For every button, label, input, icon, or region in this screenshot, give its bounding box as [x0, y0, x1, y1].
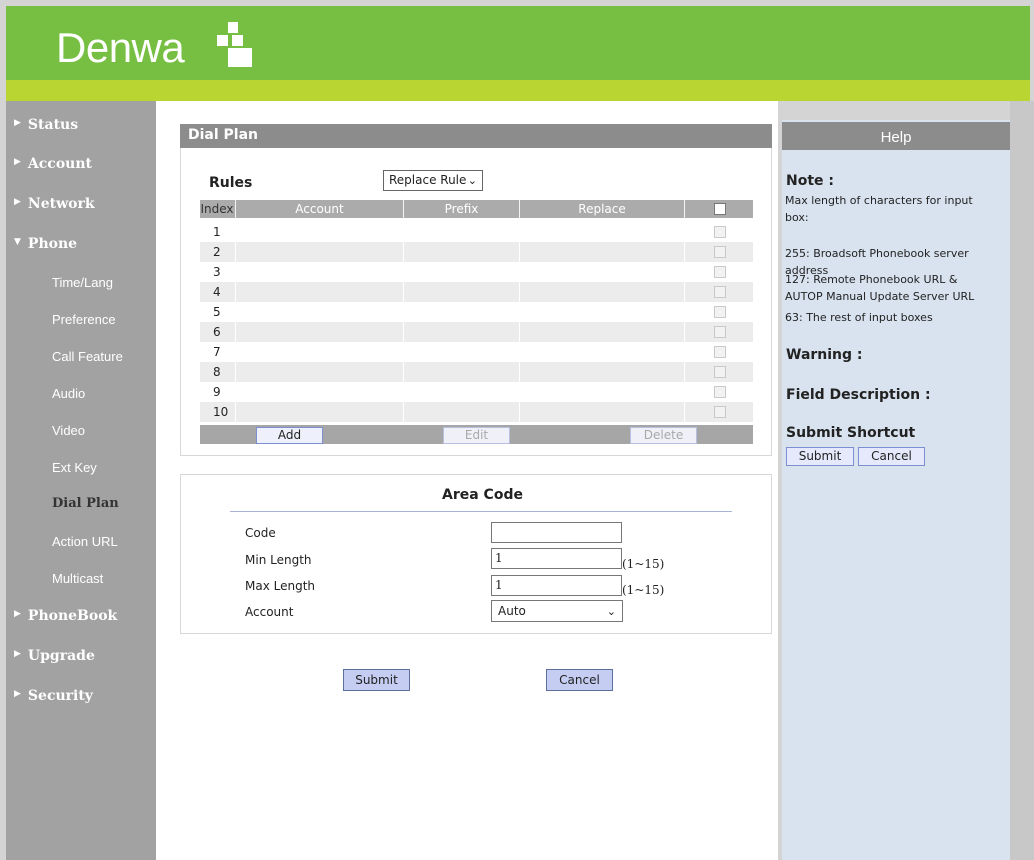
row-checkbox[interactable]	[714, 286, 726, 298]
column-header-account: Account	[295, 202, 344, 216]
sidebar-subitem-audio[interactable]: Audio	[52, 386, 85, 401]
account-select[interactable]: Auto ⌄	[491, 600, 623, 622]
row-checkbox[interactable]	[714, 266, 726, 278]
submit-shortcut-heading: Submit Shortcut	[786, 425, 916, 441]
page-title: Dial Plan	[188, 127, 259, 143]
max-length-input[interactable]: 1	[491, 575, 622, 596]
header-stripe	[6, 80, 1030, 101]
max-length-hint: (1~15)	[622, 583, 665, 597]
sidebar-subitem-multicast[interactable]: Multicast	[52, 571, 103, 586]
help-header: Help	[782, 122, 1010, 150]
note-heading: Note :	[786, 173, 834, 189]
triangle-right-icon: ▶	[14, 609, 21, 619]
column-header-index: Index	[200, 202, 234, 216]
column-divider	[235, 218, 236, 424]
add-rule-button[interactable]: Add	[256, 427, 323, 444]
select-all-checkbox[interactable]	[714, 203, 726, 215]
code-label: Code	[245, 526, 276, 540]
note-line: Max length of characters for input box:	[785, 194, 973, 224]
sidebar-subitem-preference[interactable]: Preference	[52, 312, 116, 327]
triangle-right-icon: ▶	[14, 649, 21, 659]
cancel-button[interactable]: Cancel	[546, 669, 613, 691]
sidebar-subitem-time-lang[interactable]: Time/Lang	[52, 275, 113, 290]
table-row: 8	[200, 362, 753, 382]
scroll-gutter	[1010, 101, 1034, 860]
table-row: 6	[200, 322, 753, 342]
row-checkbox[interactable]	[714, 406, 726, 418]
table-row: 2	[200, 242, 753, 262]
sidebar-subitem-video[interactable]: Video	[52, 423, 85, 438]
logo-mark-icon	[212, 22, 252, 68]
column-divider	[519, 218, 520, 424]
column-header-replace: Replace	[578, 202, 626, 216]
table-row: 4	[200, 282, 753, 302]
table-row: 10	[200, 402, 753, 422]
chevron-down-icon: ⌄	[467, 174, 477, 187]
sidebar-subitem-dial-plan[interactable]: Dial Plan	[52, 496, 119, 511]
sidebar-subitem-ext-key[interactable]: Ext Key	[52, 460, 97, 475]
rules-table-header: Index Account Prefix Replace	[200, 200, 753, 218]
triangle-right-icon: ▶	[14, 197, 21, 207]
max-length-label: Max Length	[245, 579, 316, 593]
dialplan-section-header: Dial Plan	[180, 124, 772, 148]
rules-label: Rules	[209, 175, 253, 191]
triangle-right-icon: ▶	[14, 157, 21, 167]
sidebar-item-status[interactable]: ▶ Status	[14, 117, 78, 133]
sidebar-item-network[interactable]: ▶ Network	[14, 196, 95, 212]
table-row: 1	[200, 222, 753, 242]
shortcut-cancel-button[interactable]: Cancel	[858, 447, 925, 466]
row-checkbox[interactable]	[714, 226, 726, 238]
account-label: Account	[245, 605, 294, 619]
sidebar-item-phonebook[interactable]: ▶ PhoneBook	[14, 608, 117, 624]
code-input[interactable]	[491, 522, 622, 543]
triangle-down-icon: ▼	[14, 237, 21, 247]
sidebar-item-upgrade[interactable]: ▶ Upgrade	[14, 648, 95, 664]
sidebar	[6, 101, 156, 860]
header-banner: Denwa	[6, 6, 1030, 80]
brand-logo: Denwa	[56, 24, 185, 71]
table-row: 3	[200, 262, 753, 282]
warning-heading: Warning :	[786, 347, 863, 363]
row-checkbox[interactable]	[714, 366, 726, 378]
sidebar-subitem-action-url[interactable]: Action URL	[52, 534, 118, 549]
delete-rule-button[interactable]: Delete	[630, 427, 697, 444]
min-length-label: Min Length	[245, 553, 312, 567]
field-description-heading: Field Description :	[786, 387, 931, 403]
help-title: Help	[880, 129, 912, 146]
note-line: 63: The rest of input boxes	[785, 311, 933, 324]
table-row: 9	[200, 382, 753, 402]
chevron-down-icon: ⌄	[606, 605, 616, 618]
sidebar-item-phone[interactable]: ▼ Phone	[14, 236, 77, 252]
row-checkbox[interactable]	[714, 346, 726, 358]
edit-rule-button[interactable]: Edit	[443, 427, 510, 444]
row-checkbox[interactable]	[714, 326, 726, 338]
min-length-hint: (1~15)	[622, 557, 665, 571]
help-panel	[782, 120, 1010, 860]
triangle-right-icon: ▶	[14, 118, 21, 128]
sidebar-subitem-call-feature[interactable]: Call Feature	[52, 349, 123, 364]
row-checkbox[interactable]	[714, 306, 726, 318]
row-checkbox[interactable]	[714, 246, 726, 258]
note-line: 127: Remote Phonebook URL & AUTOP Manual…	[785, 273, 975, 303]
column-divider	[403, 218, 404, 424]
triangle-right-icon: ▶	[14, 689, 21, 699]
column-divider	[684, 218, 685, 424]
sidebar-item-account[interactable]: ▶ Account	[14, 156, 92, 172]
rule-type-select[interactable]: Replace Rule ⌄	[383, 170, 483, 191]
submit-button[interactable]: Submit	[343, 669, 410, 691]
row-checkbox[interactable]	[714, 386, 726, 398]
divider	[230, 511, 732, 512]
column-header-prefix: Prefix	[444, 202, 479, 216]
sidebar-item-security[interactable]: ▶ Security	[14, 688, 93, 704]
shortcut-submit-button[interactable]: Submit	[786, 447, 854, 466]
table-row: 5	[200, 302, 753, 322]
table-row: 7	[200, 342, 753, 362]
area-code-title: Area Code	[442, 487, 523, 503]
min-length-input[interactable]: 1	[491, 548, 622, 569]
